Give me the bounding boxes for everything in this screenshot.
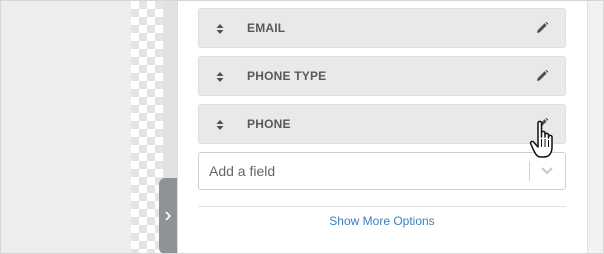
sort-arrows-icon[interactable] — [215, 70, 225, 84]
pencil-icon[interactable] — [535, 69, 549, 83]
field-row-phone-type[interactable]: PHONE TYPE — [198, 56, 566, 96]
sort-arrows-icon[interactable] — [215, 22, 225, 36]
field-label: PHONE TYPE — [247, 69, 327, 83]
pencil-icon[interactable] — [535, 21, 549, 35]
field-row-email[interactable]: EMAIL — [198, 8, 566, 48]
fields-panel: EMAIL PHONE TYPE PHONE Add a field Show … — [177, 1, 588, 253]
scrollbar-track[interactable] — [587, 1, 603, 253]
field-row-phone[interactable]: PHONE — [198, 104, 566, 144]
pencil-icon[interactable] — [535, 117, 549, 131]
screenshot-frame: EMAIL PHONE TYPE PHONE Add a field Show … — [0, 0, 604, 254]
panel-toggle-button[interactable] — [159, 178, 177, 253]
chevron-right-icon — [165, 211, 172, 221]
select-separator — [529, 161, 530, 181]
field-label: EMAIL — [247, 21, 286, 35]
add-field-select[interactable] — [198, 152, 566, 190]
field-label: PHONE — [247, 117, 291, 131]
add-field-input[interactable] — [199, 153, 529, 189]
sort-arrows-icon[interactable] — [215, 118, 225, 132]
show-more-options-link[interactable]: Show More Options — [198, 213, 566, 229]
divider — [198, 206, 566, 207]
canvas-area — [1, 1, 131, 253]
chevron-down-icon[interactable] — [539, 164, 555, 178]
